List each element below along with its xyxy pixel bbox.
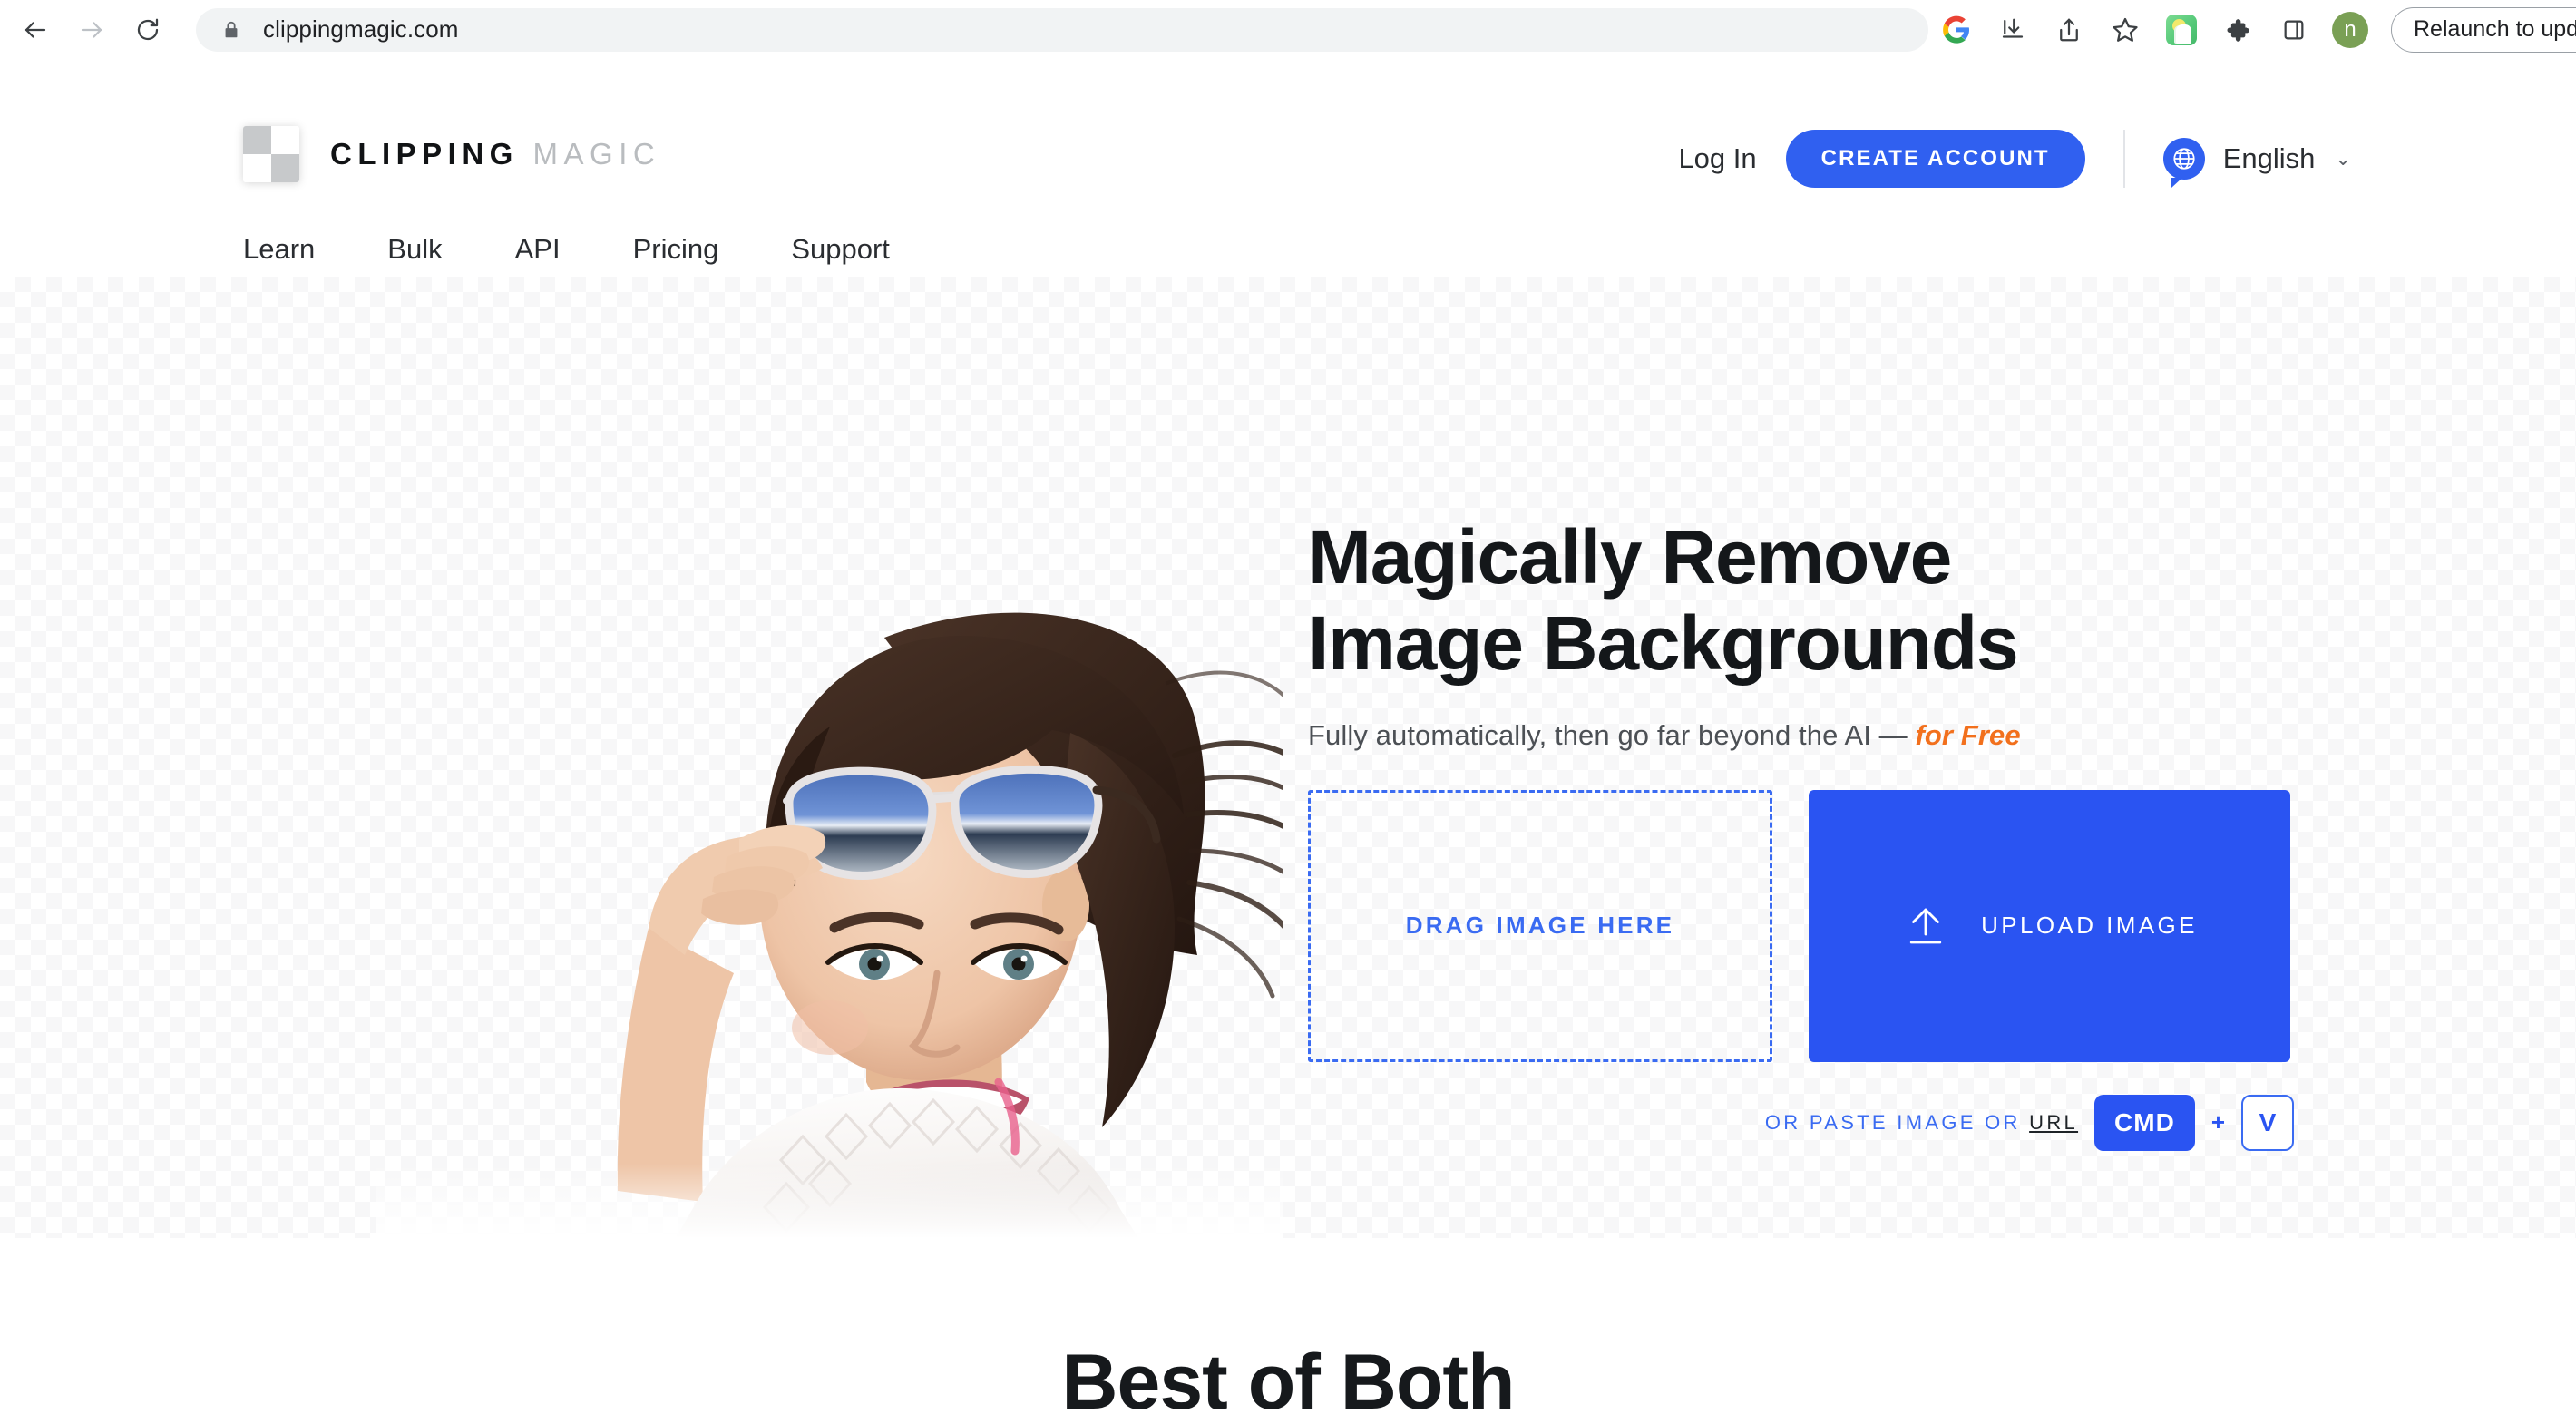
headline-line-1: Magically Remove [1308,514,2297,600]
page-title: Magically Remove Image Backgrounds [1308,514,2297,687]
key-cmd-badge[interactable]: CMD [2094,1095,2195,1151]
logo-word-clipping: CLIPPING [330,137,519,171]
bookmark-star-icon[interactable] [2097,2,2153,58]
subheading-plain: Fully automatically, then go far beyond … [1308,719,1915,751]
reload-button[interactable] [120,2,176,58]
downloads-icon[interactable] [1985,2,2041,58]
back-button[interactable] [7,2,63,58]
dropzone-label: DRAG IMAGE HERE [1406,912,1674,940]
subheading-accent: for Free [1915,719,2020,751]
avatar: n [2332,12,2368,48]
drag-image-dropzone[interactable]: DRAG IMAGE HERE [1308,790,1772,1062]
upload-arrow-icon [1901,902,1950,951]
paste-row: OR PASTE IMAGE OR URL CMD + V [1308,1095,2297,1151]
language-label: English [2223,142,2316,175]
forward-button[interactable] [63,2,120,58]
nav-item-support[interactable]: Support [755,233,926,266]
chevron-down-icon: ⌄ [2335,148,2351,171]
browser-nav-buttons [7,2,176,58]
section-title: Best of Both [0,1338,2576,1414]
click-extension-glyph [2166,15,2197,45]
key-plus-separator: + [2211,1108,2225,1136]
nav-item-bulk[interactable]: Bulk [351,233,478,266]
lock-icon [220,18,243,42]
hero-content: Magically Remove Image Backgrounds Fully… [1308,514,2297,1151]
key-v-badge[interactable]: V [2241,1095,2294,1151]
nav-item-learn[interactable]: Learn [243,233,351,266]
page-body: Magically Remove Image Backgrounds Fully… [0,59,2576,1355]
paste-hint: OR PASTE IMAGE OR URL [1765,1111,2078,1135]
site-logo[interactable]: CLIPPING MAGIC [243,126,660,182]
click-extension-icon[interactable] [2153,2,2210,58]
nav-item-api[interactable]: API [479,233,597,266]
woman-with-sunglasses-photo [376,502,1283,1238]
login-link[interactable]: Log In [1678,142,1756,175]
logo-wordmark: CLIPPING MAGIC [330,137,660,171]
browser-toolbar-icons: n Relaunch to update [1928,2,2576,58]
hero-subheading: Fully automatically, then go far beyond … [1308,719,2297,752]
clipping-magic-logo-icon [243,126,299,182]
google-icon[interactable] [1928,2,1985,58]
upload-button-label: UPLOAD IMAGE [1981,912,2198,940]
reload-icon [134,16,161,44]
header-actions: Log In CREATE ACCOUNT English ⌄ [1678,130,2351,188]
headline-line-2: Image Backgrounds [1308,600,2297,687]
best-of-both-section: Best of Both [0,1238,2576,1414]
forward-arrow-icon [78,16,105,44]
globe-icon [2163,138,2205,180]
hero-photo [376,502,1283,1238]
back-arrow-icon [22,16,49,44]
language-selector[interactable]: English ⌄ [2163,138,2351,180]
relaunch-to-update-button[interactable]: Relaunch to update [2391,7,2576,53]
share-icon[interactable] [2041,2,2097,58]
hero-cta-row: DRAG IMAGE HERE UPLOAD IMAGE [1308,790,2297,1062]
browser-toolbar: clippingmagic.com [0,0,2576,59]
site-header: CLIPPING MAGIC Log In CREATE ACCOUNT [0,59,2576,277]
paste-url-link[interactable]: URL [2029,1111,2078,1134]
url-text: clippingmagic.com [263,15,459,44]
hero-section: Magically Remove Image Backgrounds Fully… [0,277,2576,1238]
extensions-puzzle-icon[interactable] [2210,2,2266,58]
nav-item-pricing[interactable]: Pricing [597,233,756,266]
logo-word-magic: MAGIC [533,137,661,171]
create-account-button[interactable]: CREATE ACCOUNT [1786,130,2085,188]
paste-hint-prefix: OR PASTE IMAGE OR [1765,1111,2029,1134]
address-bar[interactable]: clippingmagic.com [196,8,1928,52]
header-divider [2123,130,2125,188]
side-panel-icon[interactable] [2266,2,2322,58]
profile-avatar-button[interactable]: n [2322,2,2378,58]
upload-image-button[interactable]: UPLOAD IMAGE [1809,790,2290,1062]
main-navigation: Learn Bulk API Pricing Support [243,233,926,266]
